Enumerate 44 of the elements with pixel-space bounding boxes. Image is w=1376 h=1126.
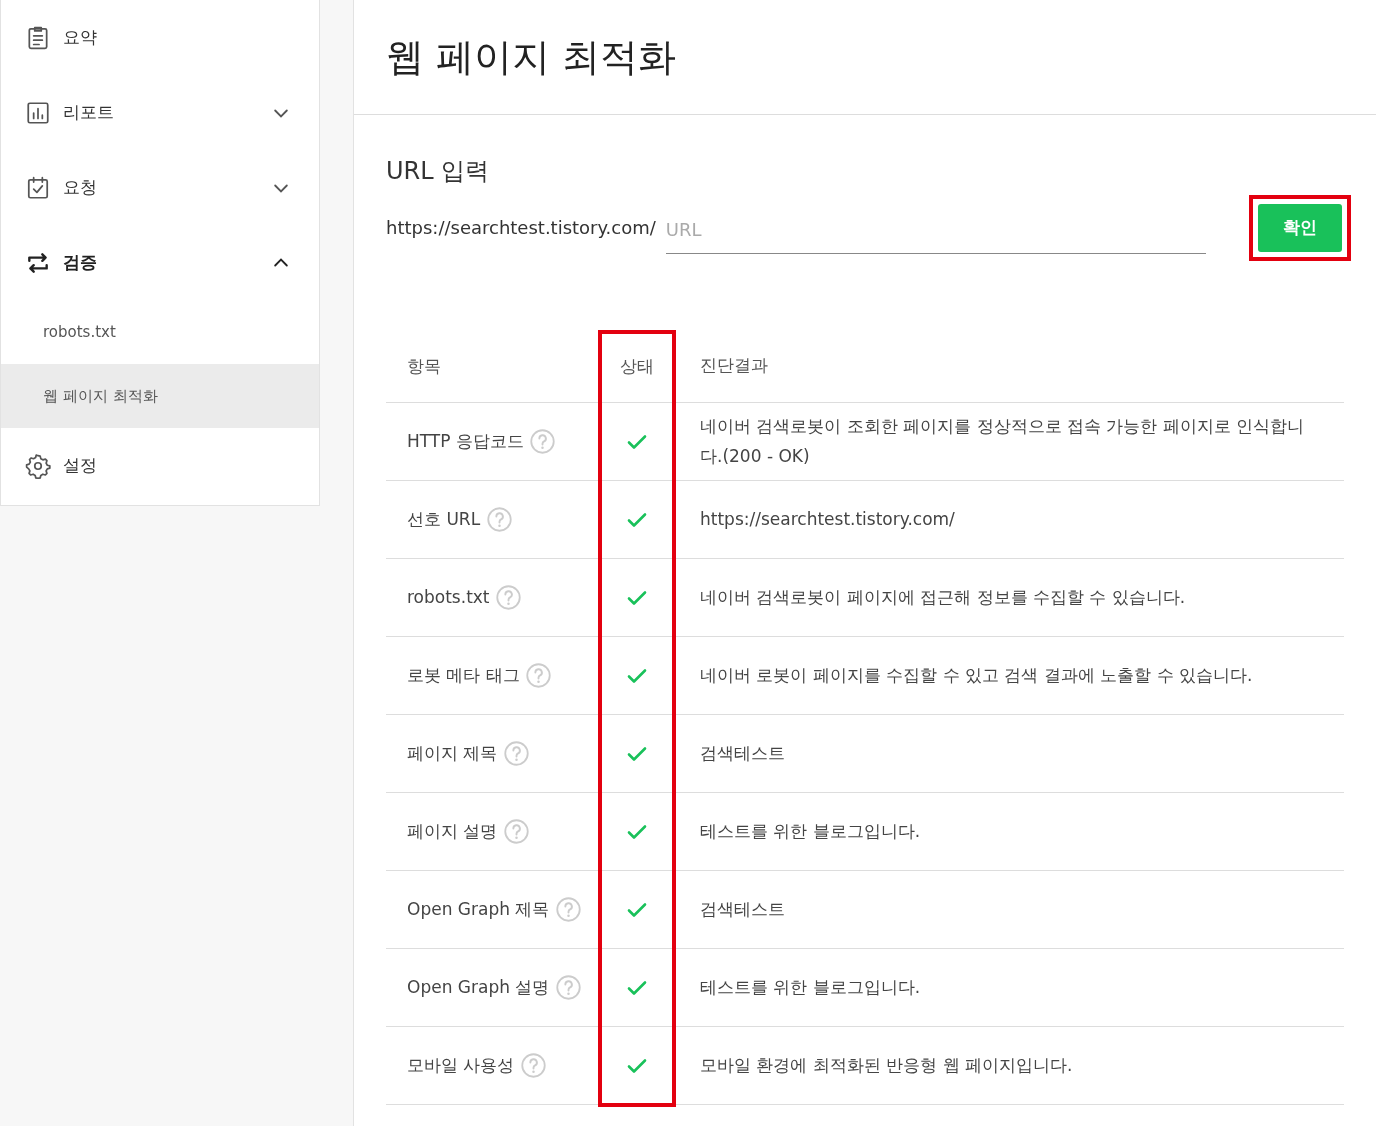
- item-label: 선호 URL: [407, 508, 481, 529]
- column-header: 진단결과: [674, 330, 1344, 403]
- sidebar-subitem[interactable]: robots.txt: [1, 300, 319, 364]
- bar-chart-icon: [25, 99, 51, 126]
- sidebar-subitem[interactable]: 웹 페이지 최적화: [1, 364, 319, 428]
- item-label: 페이지 설명: [407, 820, 498, 841]
- settings-icon: [25, 452, 51, 479]
- result-text: 검색테스트: [700, 898, 785, 919]
- result-text: https://searchtest.tistory.com/: [700, 508, 955, 529]
- item-label: HTTP 응답코드: [407, 430, 524, 451]
- help-icon: [529, 428, 557, 455]
- help-icon: [554, 896, 582, 923]
- url-prefix: https://searchtest.tistory.com/: [386, 217, 656, 238]
- result-text: 네이버 로봇이 페이지를 수집할 수 있고 검색 결과에 노출할 수 있습니다.: [700, 664, 1253, 685]
- item-label: robots.txt: [407, 586, 490, 607]
- item-label: 로봇 메타 태그: [407, 664, 520, 685]
- section-heading: URL 입력: [386, 156, 491, 187]
- help-icon: [502, 740, 530, 767]
- item-label: Open Graph 설명: [407, 976, 550, 997]
- result-text: 네이버 검색로봇이 페이지에 접근해 정보를 수집할 수 있습니다.: [700, 586, 1186, 607]
- help-icon: [554, 974, 582, 1001]
- checklist-icon: [25, 174, 51, 201]
- item-label: 모바일 사용성: [407, 1054, 515, 1075]
- clipboard-icon: [25, 24, 51, 51]
- column-header: 상태: [600, 330, 674, 403]
- sidebar-item[interactable]: 검증: [1, 225, 319, 300]
- help-icon: [519, 1052, 547, 1079]
- sidebar-item[interactable]: 리포트: [1, 75, 319, 150]
- result-text: 모바일 환경에 최적화된 반응형 웹 페이지입니다.: [700, 1054, 1073, 1075]
- page-title: 웹 페이지 최적화: [386, 33, 677, 81]
- result-text: 네이버 검색로봇이 조회한 페이지를 정상적으로 접속 가능한 페이지로 인식합니다.(200 - OK): [700, 415, 1305, 466]
- result-text: 테스트를 위한 블로그입니다.: [700, 820, 921, 841]
- help-icon: [485, 506, 513, 533]
- help-icon: [525, 662, 553, 689]
- item-label: 페이지 제목: [407, 742, 498, 763]
- help-icon: [494, 584, 522, 611]
- sidebar-item[interactable]: 요약: [1, 0, 319, 75]
- sidebar-item[interactable]: 설정: [1, 428, 319, 503]
- column-header: 항목: [386, 330, 600, 403]
- result-text: 검색테스트: [700, 742, 785, 763]
- item-label: Open Graph 제목: [407, 898, 550, 919]
- sidebar-item[interactable]: 요청: [1, 150, 319, 225]
- result-text: 테스트를 위한 블로그입니다.: [700, 976, 921, 997]
- help-icon: [502, 818, 530, 845]
